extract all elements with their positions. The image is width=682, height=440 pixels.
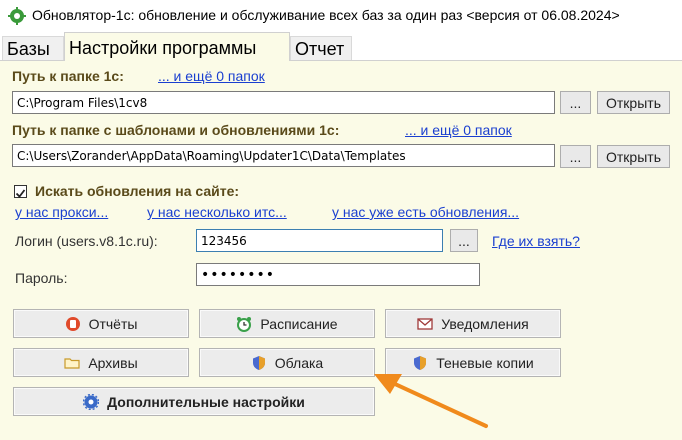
envelope-icon bbox=[417, 316, 433, 332]
gear-icon bbox=[82, 393, 100, 410]
login-label: Логин (users.v8.1c.ru): bbox=[15, 233, 158, 249]
archives-button[interactable]: Архивы bbox=[13, 348, 189, 377]
advanced-settings-label: Дополнительные настройки bbox=[107, 393, 305, 410]
reports-label: Отчёты bbox=[88, 315, 138, 332]
where-to-get-link[interactable]: Где их взять? bbox=[492, 233, 580, 249]
tab-report[interactable]: Отчет bbox=[290, 36, 352, 60]
shield-icon bbox=[251, 355, 267, 371]
templates-label: Путь к папке с шаблонами и обновлениями … bbox=[12, 122, 340, 138]
password-input[interactable]: •••••••• bbox=[196, 263, 480, 286]
have-updates-link[interactable]: у нас уже есть обновления... bbox=[332, 204, 519, 220]
archives-label: Архивы bbox=[88, 354, 138, 371]
checkmark-icon bbox=[15, 189, 26, 198]
tab-settings[interactable]: Настройки программы bbox=[64, 32, 290, 61]
clouds-label: Облака bbox=[274, 354, 324, 371]
templates-open-button[interactable]: Открыть bbox=[597, 145, 670, 168]
templates-input[interactable]: C:\Users\Zorander\AppData\Roaming\Update… bbox=[12, 144, 555, 167]
red-stop-icon bbox=[65, 316, 81, 332]
proxy-link[interactable]: у нас прокси... bbox=[15, 204, 108, 220]
path1c-input[interactable]: C:\Program Files\1cv8 bbox=[12, 91, 555, 114]
reports-button[interactable]: Отчёты bbox=[13, 309, 189, 338]
notifications-button[interactable]: Уведомления bbox=[385, 309, 561, 338]
advanced-settings-button[interactable]: Дополнительные настройки bbox=[13, 387, 375, 416]
search-updates-checkbox[interactable] bbox=[14, 185, 27, 198]
clouds-button[interactable]: Облака bbox=[199, 348, 375, 377]
folder-icon bbox=[64, 355, 80, 371]
path1c-browse-button[interactable]: ... bbox=[560, 91, 591, 114]
annotation-arrow-icon bbox=[374, 374, 488, 428]
password-label: Пароль: bbox=[15, 270, 68, 286]
templates-more-link[interactable]: ... и ещё 0 папок bbox=[405, 122, 512, 138]
login-input[interactable]: 123456 bbox=[196, 229, 443, 252]
notifications-label: Уведомления bbox=[441, 315, 529, 332]
window-title: Обновлятор-1с: обновление и обслуживание… bbox=[32, 7, 620, 23]
alarm-clock-icon bbox=[236, 316, 252, 332]
schedule-button[interactable]: Расписание bbox=[199, 309, 375, 338]
gear-update-icon bbox=[8, 7, 26, 25]
search-updates-label: Искать обновления на сайте: bbox=[35, 183, 240, 199]
multiple-its-link[interactable]: у нас несколько итс... bbox=[147, 204, 287, 220]
schedule-label: Расписание bbox=[260, 315, 338, 332]
path1c-more-link[interactable]: ... и ещё 0 папок bbox=[158, 68, 265, 84]
path1c-open-button[interactable]: Открыть bbox=[597, 91, 670, 114]
login-browse-button[interactable]: ... bbox=[450, 229, 478, 252]
path1c-label: Путь к папке 1с: bbox=[12, 68, 124, 84]
tab-databases[interactable]: Базы bbox=[2, 36, 64, 60]
templates-browse-button[interactable]: ... bbox=[560, 145, 591, 168]
